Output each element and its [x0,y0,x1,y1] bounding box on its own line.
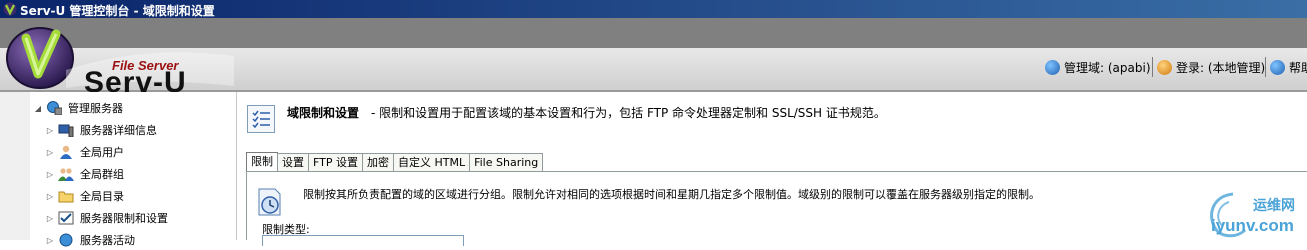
tab-settings[interactable]: 设置 [277,153,309,171]
tree-item-global-dirs[interactable]: ▷ 全局目录 [46,186,124,206]
user-icon [58,145,74,159]
globe-server-icon [46,101,63,116]
watermark-cn: 运维网 [1253,198,1295,214]
tree-item-global-groups[interactable]: ▷ 全局群组 [46,164,124,184]
tree-item-label: 服务器详细信息 [80,124,157,137]
link-separator [1152,57,1153,77]
left-gutter [0,92,31,240]
servu-logo: File Server Serv-U [4,20,244,98]
limits-panel [246,172,1307,240]
checklist-icon [58,211,74,225]
tree-item-label: 服务器活动 [80,234,135,247]
expand-arrow-icon[interactable]: ▷ [46,192,54,201]
watermark-logo: 运维网 iyunv.com [1203,188,1307,240]
help-link[interactable]: 帮助 [1270,57,1307,77]
activity-icon [58,233,74,247]
tree-item-label: 全局群组 [80,168,124,181]
tree-item-global-users[interactable]: ▷ 全局用户 [46,142,124,162]
page-description: - 限制和设置用于配置该域的基本设置和行为，包括 FTP 命令处理器定制和 SS… [371,106,886,120]
tab-encryption[interactable]: 加密 [361,153,394,171]
help-globe-icon [1045,59,1060,75]
clock-document-icon [253,186,285,218]
tree-item-server-details[interactable]: ▷ 服务器详细信息 [46,120,157,140]
main-content: 域限制和设置 - 限制和设置用于配置该域的基本设置和行为，包括 FTP 命令处理… [237,92,1307,246]
login-link[interactable]: 登录: (本地管理) [1157,57,1265,77]
tab-bar: 限制 设置 FTP 设置 加密 自定义 HTML File Sharing [246,152,544,172]
expand-arrow-icon[interactable]: ▷ [46,126,54,135]
domain-link-label: 管理域: (apabi) [1064,60,1151,75]
tab-file-sharing[interactable]: File Sharing [469,153,544,171]
server-icon [58,123,74,138]
link-separator [1265,57,1266,77]
tree-item-server-limits[interactable]: ▷ 服务器限制和设置 [46,208,168,228]
collapse-arrow-icon[interactable]: ◢ [34,104,42,113]
window-titlebar[interactable]: Serv-U 管理控制台 - 域限制和设置 [0,0,1307,18]
expand-arrow-icon[interactable]: ▷ [46,148,54,157]
user-icon [1157,59,1172,75]
expand-arrow-icon[interactable]: ▷ [46,214,54,223]
expand-arrow-icon[interactable]: ▷ [46,170,54,179]
watermark-en: iyunv.com [1211,216,1294,235]
folder-icon [58,189,74,203]
servu-app-icon [3,2,17,16]
window-title: Serv-U 管理控制台 - 域限制和设置 [20,4,215,18]
tree-item-label: 全局目录 [80,190,124,203]
help-link-label: 帮助 [1289,60,1307,75]
nav-tree: ◢ 管理服务器 ▷ 服务器详细信息 ▷ 全局用户 ▷ 全局群组 ▷ 全局目录 ▷ [30,92,237,247]
tab-limits[interactable]: 限制 [246,152,278,172]
tree-root-label: 管理服务器 [68,102,123,115]
settings-list-icon [247,105,275,133]
domain-link[interactable]: 管理域: (apabi) [1045,57,1151,77]
tab-ftp-settings[interactable]: FTP 设置 [308,153,363,171]
login-link-label: 登录: (本地管理) [1176,60,1266,75]
group-icon [58,167,74,181]
limit-type-select[interactable] [262,235,464,246]
tab-custom-html[interactable]: 自定义 HTML [392,153,471,171]
help-icon [1270,59,1285,75]
tree-item-label: 全局用户 [80,146,124,159]
expand-arrow-icon[interactable]: ▷ [46,236,54,245]
tree-item-server-activity[interactable]: ▷ 服务器活动 [46,230,135,250]
tree-item-label: 服务器限制和设置 [80,212,168,225]
limits-description: 限制按其所负责配置的域的区域进行分组。限制允许对相同的选项根据时间和星期几指定多… [303,188,1040,201]
page-title: 域限制和设置 [287,106,360,120]
tree-root-server[interactable]: ◢ 管理服务器 [34,98,123,118]
